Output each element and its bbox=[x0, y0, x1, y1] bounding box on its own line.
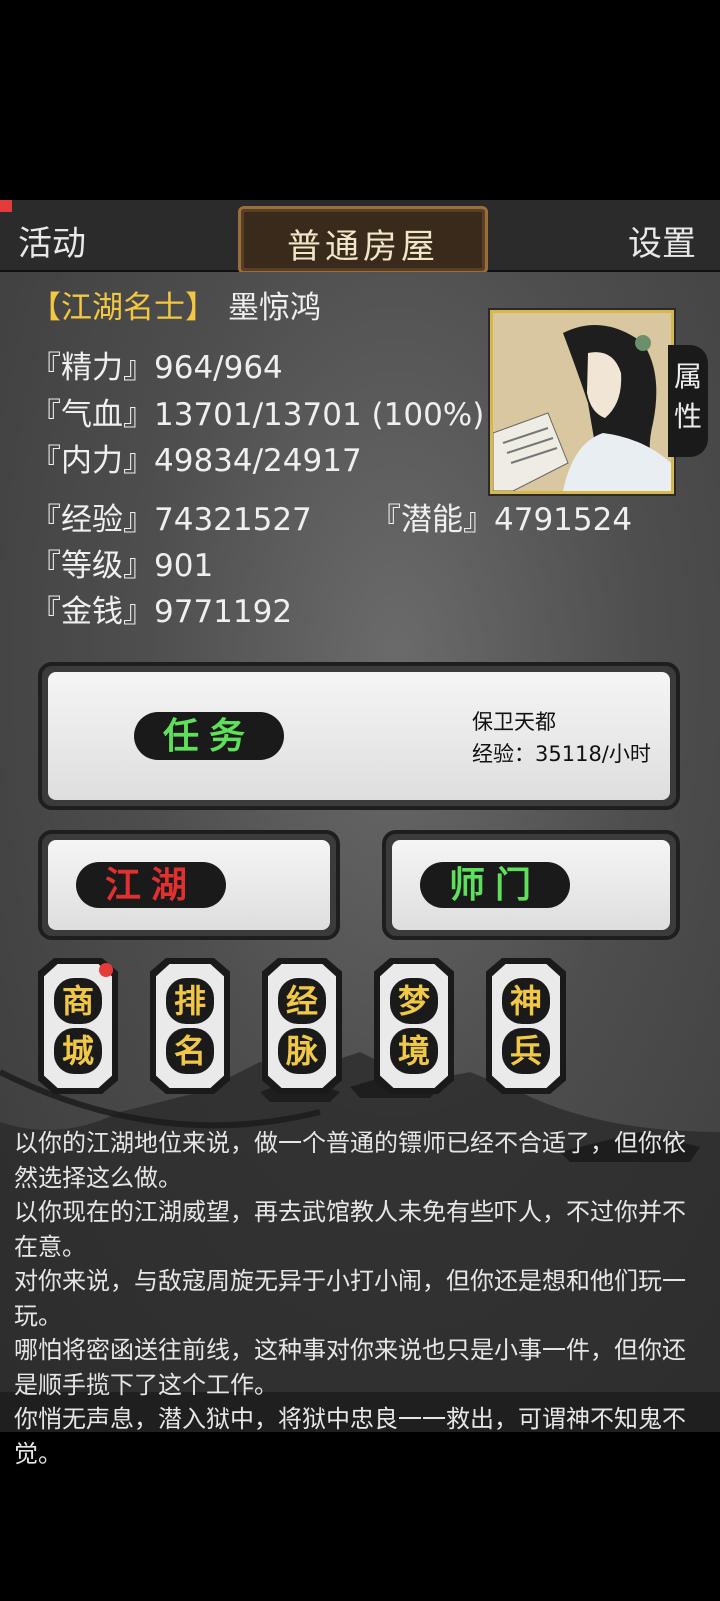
location-title-plate: 普通房屋 bbox=[238, 206, 488, 274]
tile-shop-char-1: 商 bbox=[54, 978, 102, 1024]
stat-energy: 『精力』964/964 bbox=[30, 350, 283, 386]
shimen-button[interactable]: 师门 bbox=[382, 830, 680, 940]
tile-divine-weapon-char-2: 兵 bbox=[502, 1028, 550, 1074]
tile-dreamland-char-1: 梦 bbox=[390, 978, 438, 1024]
stat-potential: 『潜能』4791524 bbox=[370, 502, 633, 538]
tile-meridians-char-1: 经 bbox=[278, 978, 326, 1024]
activity-button[interactable]: 活动 bbox=[18, 216, 86, 265]
stat-money: 『金钱』9771192 bbox=[30, 594, 293, 630]
tile-meridians-char-2: 脉 bbox=[278, 1028, 326, 1074]
settings-button[interactable]: 设置 bbox=[628, 216, 696, 265]
story-line: 哪怕将密函送往前线，这种事对你来说也只是小事一件，但你还是顺手揽下了这个工作。 bbox=[14, 1336, 686, 1399]
task-button-label: 任务 bbox=[134, 712, 284, 760]
tile-divine-weapon-char-1: 神 bbox=[502, 978, 550, 1024]
story-log[interactable]: 以你的江湖地位来说，做一个普通的镖师已经不合适了，但你依然选择这么做。 以你现在… bbox=[14, 1126, 708, 1471]
character-rank: 【江湖名士】 bbox=[30, 290, 216, 326]
activity-notification-dot bbox=[0, 200, 12, 212]
jianghu-button[interactable]: 江湖 bbox=[38, 830, 340, 940]
task-exp-rate: 经验：35118/小时 bbox=[472, 742, 651, 766]
tile-ranking-char-2: 名 bbox=[166, 1028, 214, 1074]
story-line: 以你现在的江湖威望，再去武馆教人未免有些吓人，不过你并不在意。 bbox=[14, 1198, 686, 1261]
tile-divine-weapon[interactable]: 神 兵 bbox=[486, 958, 566, 1094]
shimen-button-label: 师门 bbox=[420, 862, 570, 908]
story-line: 你悄无声息，潜入狱中，将狱中忠良一一救出，可谓神不知鬼不觉。 bbox=[14, 1405, 686, 1468]
tile-dreamland-char-2: 境 bbox=[390, 1028, 438, 1074]
status-bar-area bbox=[0, 0, 720, 200]
attributes-tab-char-2: 性 bbox=[673, 400, 702, 433]
tile-ranking-char-1: 排 bbox=[166, 978, 214, 1024]
character-portrait[interactable] bbox=[490, 310, 674, 494]
attributes-tab-char-1: 属 bbox=[673, 360, 702, 393]
location-title: 普通房屋 bbox=[287, 227, 439, 267]
tile-meridians[interactable]: 经 脉 bbox=[262, 958, 342, 1094]
attributes-tab[interactable]: 属 性 bbox=[668, 345, 708, 457]
task-name: 保卫天都 bbox=[472, 710, 556, 734]
stat-experience: 『经验』74321527 bbox=[30, 502, 312, 538]
stat-health: 『气血』13701/13701 (100%) bbox=[30, 397, 485, 433]
tile-ranking[interactable]: 排 名 bbox=[150, 958, 230, 1094]
jianghu-button-label: 江湖 bbox=[76, 862, 226, 908]
task-button[interactable]: 任务 保卫天都 经验：35118/小时 bbox=[38, 662, 680, 810]
stat-internal-power: 『内力』49834/24917 bbox=[30, 443, 362, 479]
story-line: 对你来说，与敌寇周旋无异于小打小闹，但你还是想和他们玩一玩。 bbox=[14, 1267, 686, 1330]
shop-notification-dot bbox=[99, 963, 113, 977]
tile-shop[interactable]: 商 城 bbox=[38, 958, 118, 1094]
character-name: 墨惊鸿 bbox=[228, 290, 321, 326]
tile-dreamland[interactable]: 梦 境 bbox=[374, 958, 454, 1094]
tile-shop-char-2: 城 bbox=[54, 1028, 102, 1074]
stat-level: 『等级』901 bbox=[30, 548, 214, 584]
story-line: 以你的江湖地位来说，做一个普通的镖师已经不合适了，但你依然选择这么做。 bbox=[14, 1129, 686, 1192]
portrait-illustration bbox=[492, 313, 671, 492]
